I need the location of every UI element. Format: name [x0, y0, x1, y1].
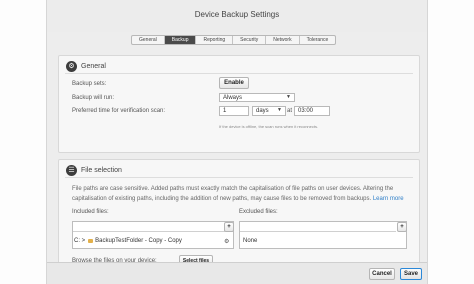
list-icon: ☰ [66, 164, 77, 176]
learn-more-link[interactable]: Learn more [373, 196, 404, 202]
enable-backup-sets-button[interactable]: Enable [219, 77, 249, 89]
chevron-down-icon: ▼ [277, 107, 282, 113]
add-included-button[interactable]: + [224, 222, 234, 232]
tab-security[interactable]: Security [233, 36, 267, 44]
included-files-box: + C: > BackupTestFolder - Copy - Copy ⚙ [72, 221, 234, 249]
dialog-title: Device Backup Settings [194, 10, 280, 19]
save-button[interactable]: Save [400, 268, 422, 280]
tab-general[interactable]: General [132, 36, 165, 44]
verification-scan-label: Preferred time for verification scan: [72, 108, 166, 114]
add-excluded-button[interactable]: + [397, 222, 407, 232]
drive-prefix: C: > [74, 238, 86, 244]
file-selection-panel: ☰ File selection File paths are case sen… [58, 159, 420, 269]
excluded-path-input[interactable] [240, 222, 396, 232]
backup-will-run-value: Always [223, 94, 243, 101]
file-paths-description-text: File paths are case sensitive. Added pat… [72, 186, 394, 202]
general-panel: ⚙ General Backup sets: Enable Backup wil… [58, 55, 420, 153]
verification-time-value: 03:00 [298, 108, 314, 114]
excluded-file-value: None [243, 238, 258, 244]
file-selection-divider [65, 177, 413, 178]
file-selection-title: File selection [81, 166, 122, 174]
backup-will-run-label: Backup will run: [72, 95, 115, 101]
tab-network[interactable]: Network [266, 36, 300, 44]
included-file-row[interactable]: C: > BackupTestFolder - Copy - Copy [74, 236, 224, 246]
chevron-down-icon: ▼ [286, 94, 291, 100]
included-files-label: Included files: [72, 209, 109, 215]
included-path-input[interactable] [73, 222, 225, 232]
background-window-left [0, 0, 46, 284]
gear-icon[interactable]: ⚙ [224, 238, 229, 245]
dialog-titlebar: Device Backup Settings [47, 0, 427, 32]
tab-reporting[interactable]: Reporting [196, 36, 234, 44]
dialog-footer: Cancel Save [47, 262, 427, 284]
verification-time-input[interactable]: 03:00 [294, 106, 330, 116]
tab-tolerance[interactable]: Tolerance [300, 36, 336, 44]
included-file-path: BackupTestFolder - Copy - Copy [95, 238, 182, 244]
tab-backup[interactable]: Backup [164, 36, 197, 44]
general-title: General [81, 62, 106, 70]
file-selection-header: ☰ File selection [66, 164, 122, 176]
file-paths-description: File paths are case sensitive. Added pat… [72, 184, 412, 204]
backup-will-run-select[interactable]: Always ▼ [219, 93, 295, 102]
general-divider [65, 73, 413, 74]
gear-icon: ⚙ [66, 60, 77, 72]
excluded-files-label: Excluded files: [239, 209, 278, 215]
backup-settings-dialog: Device Backup Settings General Backup Re… [46, 0, 428, 284]
folder-icon [88, 239, 94, 243]
verification-unit-select[interactable]: days ▼ [252, 106, 286, 116]
excluded-files-box: + None [239, 221, 407, 249]
verification-count-input[interactable]: 1 [219, 106, 249, 116]
verification-count-value: 1 [223, 108, 227, 114]
verification-at-label: at [287, 108, 293, 114]
general-header: ⚙ General [66, 60, 106, 72]
cancel-button[interactable]: Cancel [369, 268, 395, 280]
background-window-right [428, 0, 474, 284]
backup-sets-label: Backup sets: [72, 81, 107, 87]
offline-hint: If the device is offline, the scan runs … [219, 124, 319, 129]
excluded-file-row: None [243, 236, 393, 246]
verification-unit-value: days [256, 108, 269, 114]
settings-tabs: General Backup Reporting Security Networ… [131, 35, 337, 45]
